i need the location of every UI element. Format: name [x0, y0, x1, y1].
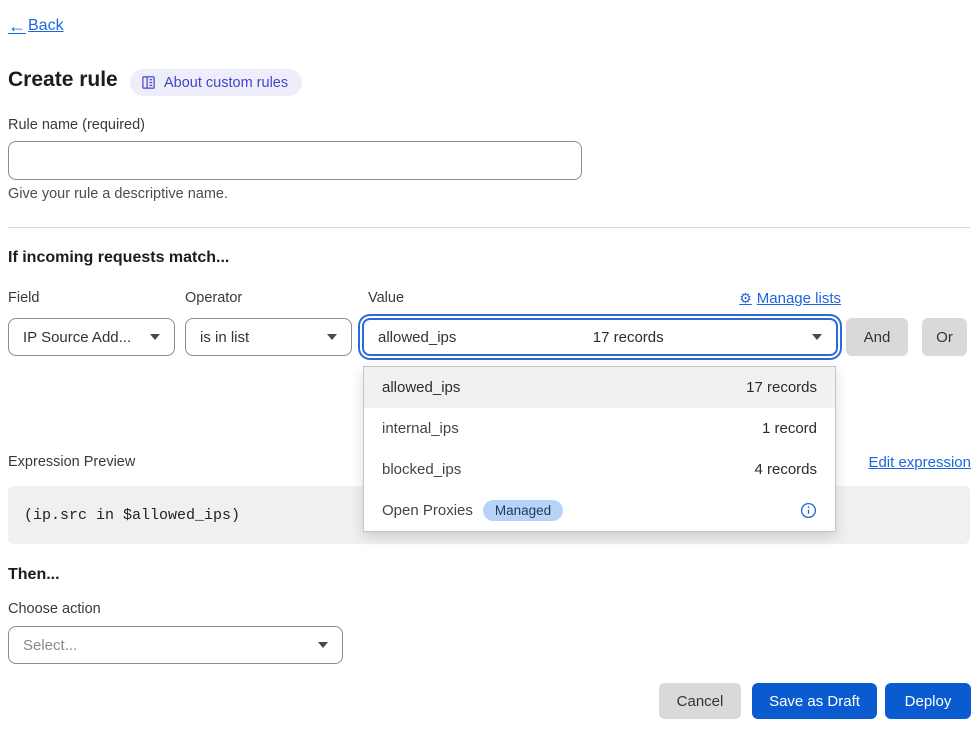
expression-code: (ip.src in $allowed_ips)	[24, 507, 240, 524]
list-option-blocked-ips[interactable]: blocked_ips 4 records	[364, 449, 835, 490]
list-option-allowed-ips[interactable]: allowed_ips 17 records	[364, 367, 835, 408]
value-select-records: 17 records	[593, 329, 664, 346]
manage-lists-label: Manage lists	[757, 290, 841, 307]
manage-lists-link[interactable]: ⚙ Manage lists	[739, 290, 841, 307]
list-dropdown: allowed_ips 17 records internal_ips 1 re…	[363, 366, 836, 532]
list-option-meta: 1 record	[762, 420, 817, 437]
rule-name-label: Rule name (required)	[8, 117, 145, 133]
expression-preview-label: Expression Preview	[8, 454, 135, 470]
chevron-down-icon	[327, 334, 337, 340]
save-draft-button[interactable]: Save as Draft	[752, 683, 877, 719]
choose-action-label: Choose action	[8, 601, 101, 617]
list-option-internal-ips[interactable]: internal_ips 1 record	[364, 408, 835, 449]
field-select-value: IP Source Add...	[23, 329, 131, 346]
about-custom-rules-badge[interactable]: About custom rules	[130, 69, 302, 96]
operator-select[interactable]: is in list	[185, 318, 352, 356]
rule-name-input[interactable]	[8, 141, 582, 180]
chevron-down-icon	[150, 334, 160, 340]
create-rule-page: ← Back Create rule About custom rules Ru…	[0, 0, 979, 739]
list-option-name: internal_ips	[382, 420, 459, 437]
section-divider	[8, 227, 970, 228]
gear-icon: ⚙	[739, 290, 752, 307]
list-option-name: allowed_ips	[382, 379, 460, 396]
and-button[interactable]: And	[846, 318, 908, 356]
back-link-label: Back	[28, 17, 64, 35]
deploy-button[interactable]: Deploy	[885, 683, 971, 719]
managed-badge: Managed	[483, 500, 563, 521]
edit-expression-link[interactable]: Edit expression	[868, 454, 971, 471]
back-arrow-icon: ←	[8, 17, 26, 35]
page-title: Create rule	[8, 68, 118, 92]
action-select[interactable]: Select...	[8, 626, 343, 664]
chevron-down-icon	[812, 334, 822, 340]
list-option-name: Open Proxies	[382, 502, 473, 519]
field-select[interactable]: IP Source Add...	[8, 318, 175, 356]
value-label: Value	[368, 290, 404, 306]
match-heading: If incoming requests match...	[8, 249, 229, 267]
field-label: Field	[8, 290, 39, 306]
list-option-name: blocked_ips	[382, 461, 461, 478]
book-icon	[141, 75, 156, 90]
cancel-button[interactable]: Cancel	[659, 683, 741, 719]
chevron-down-icon	[318, 642, 328, 648]
action-select-placeholder: Select...	[23, 637, 77, 654]
value-select[interactable]: allowed_ips 17 records	[362, 318, 838, 356]
then-heading: Then...	[8, 566, 60, 584]
value-select-value: allowed_ips	[378, 329, 456, 346]
operator-label: Operator	[185, 290, 242, 306]
list-option-meta: 4 records	[754, 461, 817, 478]
about-custom-rules-label: About custom rules	[164, 75, 288, 91]
or-button[interactable]: Or	[922, 318, 967, 356]
list-option-open-proxies[interactable]: Open Proxies Managed	[364, 490, 835, 531]
info-icon[interactable]	[800, 502, 817, 519]
rule-name-helper: Give your rule a descriptive name.	[8, 186, 228, 202]
operator-select-value: is in list	[200, 329, 249, 346]
back-link[interactable]: ← Back	[8, 17, 64, 35]
list-option-meta: 17 records	[746, 379, 817, 396]
